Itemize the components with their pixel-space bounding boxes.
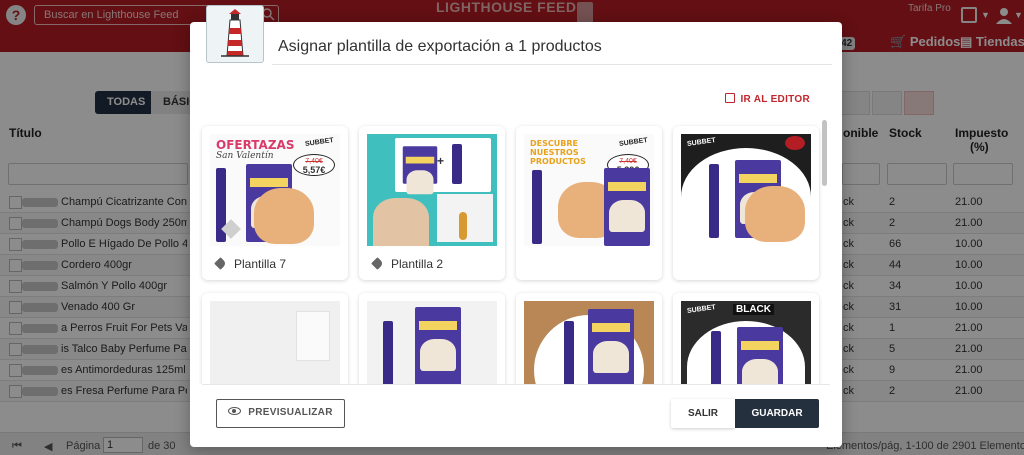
product-image <box>402 146 438 195</box>
lighthouse-icon <box>221 9 249 57</box>
template-card[interactable]: SUBBET <box>673 126 819 280</box>
thumb-headline: OFERTAZAS <box>216 138 295 152</box>
thumb-brand: SUBBET <box>686 304 717 315</box>
template-thumbnail <box>524 301 654 384</box>
template-card[interactable] <box>359 293 505 384</box>
product-image <box>564 321 574 384</box>
product-image <box>711 331 721 384</box>
template-card[interactable]: OFERTAZAS San Valentín SUBBET 7,40€ 5,57€… <box>202 126 348 280</box>
template-grid: OFERTAZAS San Valentín SUBBET 7,40€ 5,57€… <box>190 118 830 384</box>
divider <box>272 64 832 65</box>
person-image <box>373 198 429 246</box>
template-thumbnail: SUBBET BLACK <box>681 301 811 384</box>
thumb-headline: DESCUBRE NUESTROS PRODUCTOS <box>530 139 586 166</box>
plus-icon: + <box>437 154 445 168</box>
editor-link-label: IR AL EDITOR <box>740 94 810 105</box>
thumb-price-badge: 7,40€ 5,57€ <box>293 154 335 176</box>
preview-button[interactable]: PREVISUALIZAR <box>216 399 345 428</box>
product-image <box>532 170 542 244</box>
template-thumbnail <box>210 301 340 384</box>
blank-placeholder <box>296 311 330 361</box>
treat-image <box>459 212 467 240</box>
tag-icon <box>214 257 227 270</box>
template-name: Plantilla 7 <box>234 257 287 271</box>
cat-image <box>254 188 314 244</box>
cat-image <box>745 186 805 242</box>
eye-icon <box>228 407 242 415</box>
template-caption: Plantilla 2 <box>371 257 444 271</box>
template-card[interactable]: SUBBET BLACK <box>673 293 819 384</box>
thumb-brand: SUBBET <box>304 137 335 148</box>
template-thumbnail: DESCUBRE NUESTROS PRODUCTOS SUBBET 7,40€… <box>524 134 654 246</box>
tag-icon <box>371 257 384 270</box>
external-link-icon <box>725 93 736 103</box>
lighthouse-logo <box>206 5 264 63</box>
product-image <box>415 307 461 384</box>
template-assign-dialog: Asignar plantilla de exportación a 1 pro… <box>190 22 842 447</box>
thumb-headline: BLACK <box>733 304 774 315</box>
thumb-subtitle: San Valentín <box>216 151 274 161</box>
template-thumbnail: SUBBET <box>681 134 811 246</box>
product-image <box>588 309 634 384</box>
template-caption: Plantilla 7 <box>214 257 287 271</box>
go-to-editor-link[interactable]: IR AL EDITOR <box>725 93 810 105</box>
template-card[interactable] <box>202 293 348 384</box>
template-thumbnail <box>367 301 497 384</box>
template-card[interactable]: + Plantilla 2 <box>359 126 505 280</box>
product-image <box>452 144 462 184</box>
promo-logo-icon <box>785 136 805 150</box>
template-card[interactable] <box>516 293 662 384</box>
dialog-title: Asignar plantilla de exportación a 1 pro… <box>278 38 602 55</box>
thumb-brand: SUBBET <box>618 137 649 148</box>
template-card[interactable]: DESCUBRE NUESTROS PRODUCTOS SUBBET 7,40€… <box>516 126 662 280</box>
thumb-price: 5,57€ <box>302 165 326 175</box>
divider <box>202 384 830 385</box>
exit-button[interactable]: SALIR <box>671 399 735 428</box>
thumb-brand: SUBBET <box>686 137 717 148</box>
save-button[interactable]: GUARDAR <box>735 399 819 428</box>
product-image <box>709 164 719 238</box>
product-image <box>737 327 783 384</box>
product-image <box>604 168 650 246</box>
template-thumbnail: OFERTAZAS San Valentín SUBBET 7,40€ 5,57€ <box>210 134 340 246</box>
template-name: Plantilla 2 <box>391 257 444 271</box>
product-image <box>383 321 393 384</box>
preview-button-label: PREVISUALIZAR <box>248 407 333 418</box>
template-thumbnail: + <box>367 134 497 246</box>
scrollbar-thumb[interactable] <box>822 120 827 186</box>
